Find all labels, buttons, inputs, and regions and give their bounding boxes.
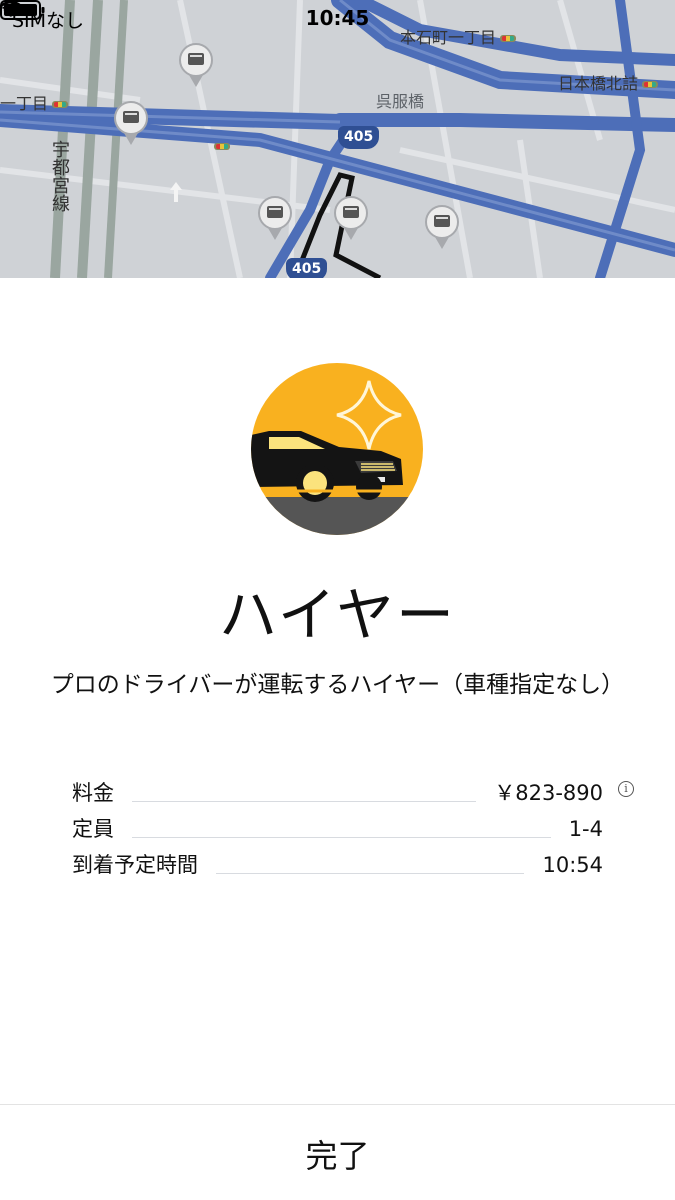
fare-value: ￥823-890 xyxy=(494,781,603,805)
bank-icon xyxy=(434,215,450,227)
eta-value: 10:54 xyxy=(542,853,603,877)
route-shield-405-lower: 405 xyxy=(286,258,328,278)
map-label-railway-line: 宇都宮線 xyxy=(49,140,70,212)
eta-label: 到着予定時間 xyxy=(72,853,198,877)
product-name: ハイヤー xyxy=(218,581,457,649)
map-label-nihonbashi-kitazume: 日本橋北詰 xyxy=(558,70,659,94)
footer-bar: 完了 xyxy=(0,1104,675,1200)
divider xyxy=(132,837,551,838)
fare-row: 料金 ￥823-890 i xyxy=(72,772,637,808)
poi-pin-icon[interactable] xyxy=(425,205,459,239)
fare-label: 料金 xyxy=(72,781,114,805)
traffic-signal-icon xyxy=(52,101,69,108)
clock: 10:45 xyxy=(305,6,370,30)
map-view[interactable]: 本石町一丁目 一丁目 呉服橋 日本橋北詰 宇都宮線 405 405 SIMなし … xyxy=(0,0,675,278)
route-shield-405: 405 xyxy=(338,126,380,149)
done-button[interactable]: 完了 xyxy=(0,1131,675,1177)
poi-pin-icon[interactable] xyxy=(258,196,292,230)
bank-icon xyxy=(267,206,283,218)
traffic-signal-icon xyxy=(214,143,230,150)
status-bar: SIMなし 10:45 xyxy=(0,0,675,38)
divider xyxy=(132,801,477,802)
map-label-gofukubashi: 呉服橋 xyxy=(376,92,425,111)
info-icon[interactable]: i xyxy=(618,781,634,797)
capacity-label: 定員 xyxy=(72,817,114,841)
capacity-value: 1-4 xyxy=(568,817,603,841)
product-detail-screen: 本石町一丁目 一丁目 呉服橋 日本橋北詰 宇都宮線 405 405 SIMなし … xyxy=(0,0,675,1200)
capacity-row: 定員 1-4 xyxy=(72,808,637,844)
eta-row: 到着予定時間 10:54 xyxy=(72,844,637,880)
poi-pin-icon[interactable] xyxy=(334,196,368,230)
building-icon xyxy=(188,53,204,65)
building-icon xyxy=(123,111,139,123)
traffic-signal-icon xyxy=(642,81,659,88)
product-details-list: 料金 ￥823-890 i 定員 1-4 到着予定時間 10:54 xyxy=(72,772,637,880)
map-label-chome: 一丁目 xyxy=(0,90,69,114)
divider xyxy=(216,873,525,874)
poi-pin-icon[interactable] xyxy=(179,43,213,77)
black-sedan-on-yellow-circle-icon xyxy=(251,363,423,535)
building-icon xyxy=(343,206,359,218)
poi-pin-icon[interactable] xyxy=(114,101,148,135)
product-description: プロのドライバーが運転するハイヤー（車種指定なし） xyxy=(50,672,625,698)
battery-icon xyxy=(0,0,45,20)
